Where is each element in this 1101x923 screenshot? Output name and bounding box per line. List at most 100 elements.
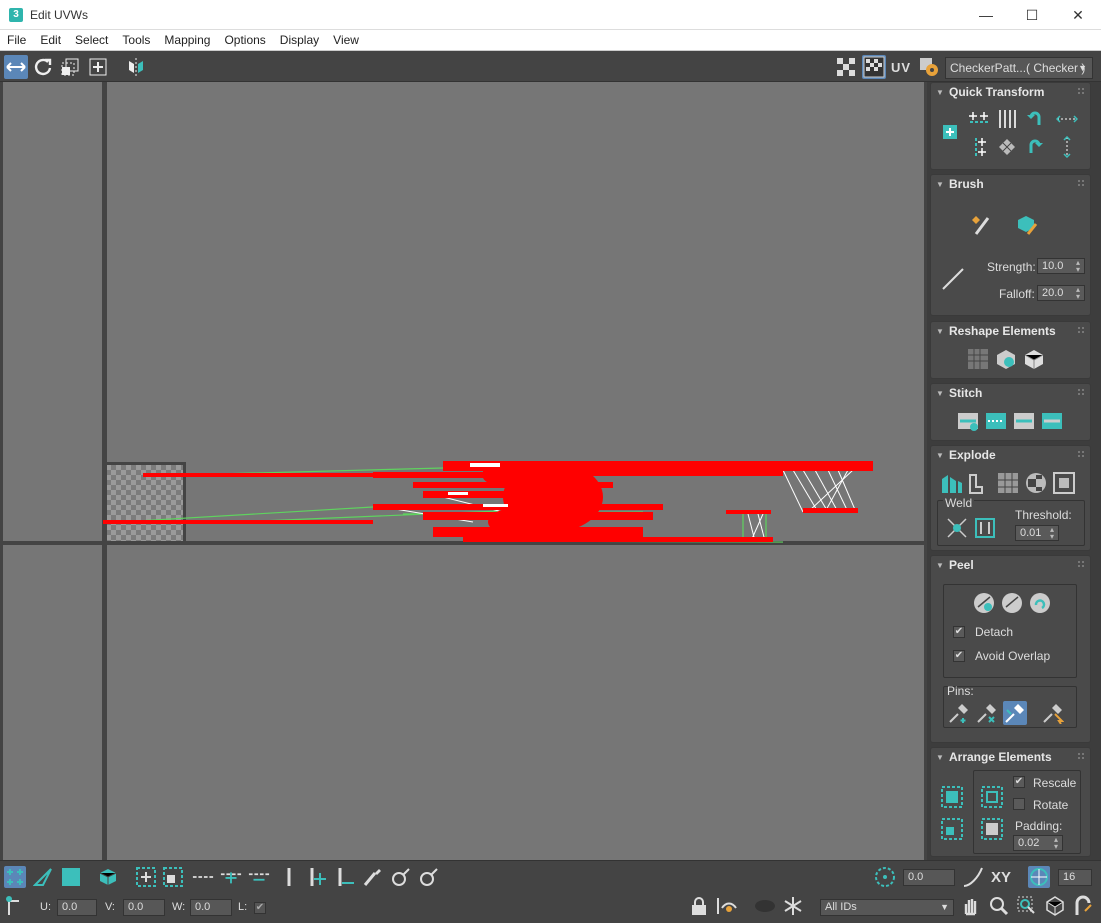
material-ids-dropdown[interactable]: All IDs ▼ <box>820 899 954 916</box>
strength-spinner[interactable]: 10.0 <box>1037 258 1085 274</box>
texture-dropdown[interactable]: CheckerPatt...( Checker ) ▼ <box>945 57 1093 79</box>
detach-checkbox[interactable]: ✔ <box>953 626 965 638</box>
unhide-icon[interactable] <box>754 895 776 917</box>
ring-select-icon[interactable] <box>278 866 300 888</box>
snap-icon[interactable] <box>1072 895 1094 917</box>
align-horizontal-icon[interactable] <box>967 107 991 131</box>
mirror-tool-icon[interactable] <box>124 55 148 79</box>
loop-grow-icon[interactable] <box>220 866 242 888</box>
break-by-checker-icon[interactable] <box>1023 470 1049 496</box>
pin-select-icon[interactable] <box>1041 701 1065 725</box>
checker-pattern-icon[interactable] <box>862 55 886 79</box>
set-pivot-icon[interactable] <box>941 123 959 141</box>
drag-grip-icon[interactable] <box>1078 451 1084 457</box>
drag-grip-icon[interactable] <box>1078 88 1084 94</box>
drag-grip-icon[interactable] <box>1078 327 1084 333</box>
rollout-header[interactable]: ▼ Explode <box>931 446 1090 464</box>
brush-stroke-icon[interactable] <box>939 265 967 293</box>
drag-grip-icon[interactable] <box>1078 180 1084 186</box>
zoom-icon[interactable] <box>988 895 1010 917</box>
drag-grip-icon[interactable] <box>1078 753 1084 759</box>
menu-view[interactable]: View <box>326 30 366 51</box>
hide-icon[interactable] <box>716 895 738 917</box>
rotate-tool-icon[interactable] <box>31 55 55 79</box>
menu-file[interactable]: File <box>0 30 33 51</box>
move-tool-icon[interactable] <box>4 55 28 79</box>
menu-options[interactable]: Options <box>217 30 272 51</box>
freeze-icon[interactable] <box>782 895 804 917</box>
rollout-header[interactable]: ▼ Arrange Elements <box>931 748 1090 766</box>
rollout-header[interactable]: ▼ Peel <box>931 556 1090 574</box>
align-dash-horizontal-icon[interactable] <box>1055 107 1079 131</box>
weld-target-icon[interactable] <box>973 516 997 540</box>
w-field[interactable]: 0.0 <box>190 899 232 916</box>
uv-editor-viewport[interactable] <box>3 82 924 860</box>
loop-shrink-icon[interactable] <box>248 866 270 888</box>
ring-grow-icon[interactable] <box>306 866 328 888</box>
rescale-checkbox[interactable]: ✔ <box>1013 776 1025 788</box>
menu-edit[interactable]: Edit <box>33 30 68 51</box>
relax-icon[interactable] <box>1021 346 1047 372</box>
reset-peel-icon[interactable] <box>1027 590 1053 616</box>
flatten-by-angle-icon[interactable] <box>1051 470 1077 496</box>
pack-rescale-icon[interactable] <box>979 816 1005 842</box>
peel-mode-icon[interactable] <box>999 590 1025 616</box>
quick-peel-icon[interactable] <box>971 590 997 616</box>
vertex-mode-icon[interactable] <box>4 866 26 888</box>
padding-spinner[interactable]: 0.02 <box>1013 835 1063 851</box>
grid-snap-icon[interactable] <box>1028 866 1050 888</box>
loop-select-icon[interactable] <box>192 866 214 888</box>
drag-grip-icon[interactable] <box>1078 389 1084 395</box>
stitch-custom-icon[interactable] <box>955 408 981 434</box>
angle-field[interactable]: 0.0 <box>903 869 955 886</box>
u-field[interactable]: 0.0 <box>57 899 97 916</box>
checker-show-icon[interactable] <box>834 55 858 79</box>
pin-add-icon[interactable] <box>947 701 971 725</box>
pin-remove-icon[interactable] <box>975 701 999 725</box>
rotate-checkbox[interactable] <box>1013 798 1025 810</box>
rollout-header[interactable]: ▼ Stitch <box>931 384 1090 402</box>
scale-tool-icon[interactable] <box>58 55 82 79</box>
rotate-ccw-icon[interactable] <box>1023 107 1047 131</box>
maximize-button[interactable]: ☐ <box>1009 0 1055 30</box>
ring-shrink-icon[interactable] <box>334 866 356 888</box>
pack-together-icon[interactable] <box>939 816 965 842</box>
grow-selection-icon[interactable] <box>135 866 157 888</box>
uv-toggle-button[interactable]: UV <box>889 55 913 79</box>
break-by-smoothing-icon[interactable] <box>967 470 993 496</box>
absolute-rotate-icon[interactable] <box>874 866 896 888</box>
pack-normalize-icon[interactable] <box>979 784 1005 810</box>
paint-grow-icon[interactable] <box>390 866 412 888</box>
pin-auto-icon[interactable] <box>1003 701 1027 725</box>
rotate-cw-icon[interactable] <box>1023 135 1047 159</box>
paint-brush-icon[interactable] <box>969 211 997 239</box>
align-vertical-icon[interactable] <box>967 135 991 159</box>
shrink-selection-icon[interactable] <box>162 866 184 888</box>
stitch-average-icon[interactable] <box>1011 408 1037 434</box>
paint-select-icon[interactable] <box>362 866 384 888</box>
avoid-overlap-checkbox[interactable]: ✔ <box>953 650 965 662</box>
edge-mode-icon[interactable] <box>32 866 54 888</box>
pack-custom-icon[interactable] <box>939 784 965 810</box>
lock-checkbox[interactable]: ✔ <box>254 902 266 914</box>
menu-tools[interactable]: Tools <box>115 30 157 51</box>
xy-toggle-button[interactable]: XY <box>990 866 1012 888</box>
menu-select[interactable]: Select <box>68 30 115 51</box>
menu-mapping[interactable]: Mapping <box>157 30 217 51</box>
soft-selection-icon[interactable] <box>962 866 984 888</box>
rollout-header[interactable]: ▼ Brush <box>931 175 1090 193</box>
uv-mesh[interactable] <box>3 82 924 860</box>
zoom-region-icon[interactable] <box>1016 895 1038 917</box>
break-by-polygon-icon[interactable] <box>939 470 965 496</box>
relax-until-flat-icon[interactable] <box>993 346 1019 372</box>
options-gear-icon[interactable] <box>917 55 941 79</box>
break-by-material-icon[interactable] <box>995 470 1021 496</box>
align-dash-vertical-icon[interactable] <box>1055 135 1079 159</box>
rollout-header[interactable]: ▼ Quick Transform <box>931 83 1090 101</box>
zoom-extents-icon[interactable] <box>1044 895 1066 917</box>
menu-display[interactable]: Display <box>273 30 326 51</box>
close-button[interactable]: ✕ <box>1055 0 1101 30</box>
grid-size-field[interactable]: 16 <box>1058 869 1092 886</box>
weld-selected-icon[interactable] <box>945 516 969 540</box>
v-field[interactable]: 0.0 <box>123 899 165 916</box>
